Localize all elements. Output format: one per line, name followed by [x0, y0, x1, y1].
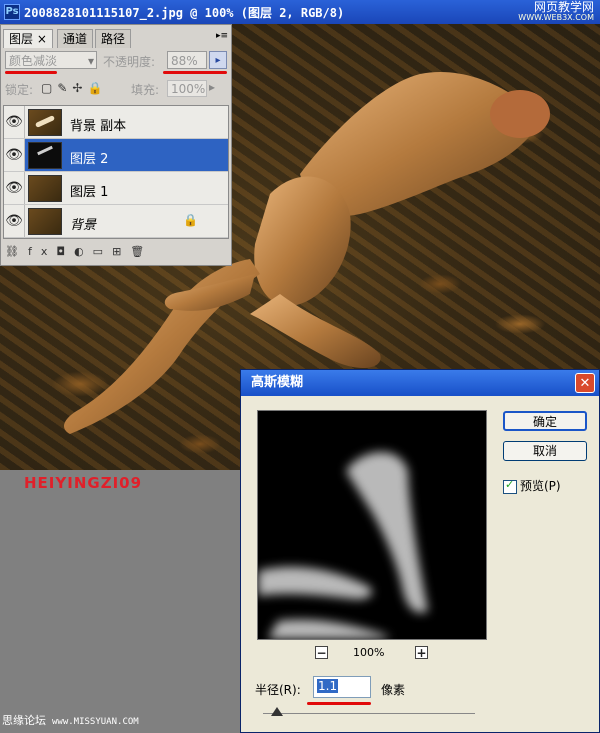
layer-name: 图层 2: [70, 152, 109, 167]
layer-thumbnail: [28, 109, 62, 136]
opacity-label: 不透明度:: [103, 55, 156, 69]
panel-menu-icon[interactable]: ▸≡: [216, 31, 228, 41]
watermark-line1: 网页教学网: [533, 0, 594, 14]
lock-row: 锁定: ▢✎✢🔒 填充: 100% ▸: [3, 80, 229, 99]
eye-icon[interactable]: 👁: [4, 172, 25, 204]
author-tag: HEIYINGZI09: [24, 474, 143, 492]
forum-watermark: 思缘论坛 www.MISSYUAN.COM: [2, 712, 139, 728]
zoom-level: 100%: [353, 646, 385, 659]
layer-thumbnail: [28, 208, 62, 235]
layers-panel: 图层 × 通道 路径 ▸≡ 颜色减淡 ▾ 不透明度: 88% ▸ 锁定: ▢✎✢…: [0, 24, 232, 266]
eye-icon[interactable]: 👁: [4, 106, 25, 138]
mask-icon[interactable]: ◘: [56, 245, 74, 258]
opacity-input[interactable]: 88%: [167, 51, 207, 69]
layer-row[interactable]: 👁 背景 副本: [4, 106, 228, 139]
blend-mode-value: 颜色减淡: [9, 54, 58, 68]
lock-icon: 🔒: [183, 213, 198, 227]
forum-site: www.MISSYUAN.COM: [52, 717, 139, 727]
layer-row[interactable]: 👁 图层 1: [4, 172, 228, 205]
layers-list: 👁 背景 副本 👁 图层 2 👁 图层 1 👁 背景 🔒: [3, 105, 229, 239]
red-underline-radius: [307, 702, 371, 705]
tab-channels[interactable]: 通道: [57, 29, 94, 48]
radius-value: 1.1: [317, 679, 339, 693]
preview-checkbox-label: 预览(P): [520, 479, 561, 493]
canvas-empty-area: [0, 470, 240, 733]
radius-input[interactable]: 1.1: [313, 676, 371, 698]
group-icon[interactable]: ▭: [93, 245, 112, 258]
adjustment-icon[interactable]: ◐: [74, 245, 93, 258]
zoom-controls: − 100% +: [257, 646, 485, 664]
blend-mode-select[interactable]: 颜色减淡 ▾: [5, 51, 97, 69]
tab-layers[interactable]: 图层 ×: [3, 29, 53, 48]
lock-label: 锁定:: [5, 83, 34, 97]
layer-name: 背景 副本: [70, 119, 127, 134]
radius-slider-thumb[interactable]: [271, 707, 283, 716]
eye-icon[interactable]: 👁: [4, 139, 25, 171]
close-icon[interactable]: ✕: [575, 373, 595, 393]
zoom-in-button[interactable]: +: [415, 646, 428, 659]
opacity-slider-button[interactable]: ▸: [209, 51, 227, 69]
window-title: 2008828101115107_2.jpg @ 100% (图层 2, RGB…: [24, 6, 345, 20]
lock-options-icons[interactable]: ▢✎✢🔒: [41, 81, 107, 95]
radius-slider-track[interactable]: [263, 713, 475, 714]
layer-name: 图层 1: [70, 185, 109, 200]
preview-silhouette: [258, 452, 428, 639]
site-watermark: 网页教学网 WWW.WEB3X.COM: [518, 1, 594, 22]
fill-input[interactable]: 100%: [167, 80, 207, 97]
ok-button[interactable]: 确定: [503, 411, 587, 431]
layer-row[interactable]: 👁 背景 🔒: [4, 205, 228, 238]
fill-label: 填充:: [131, 83, 160, 97]
zoom-out-button[interactable]: −: [315, 646, 328, 659]
layer-thumbnail: [28, 142, 62, 169]
radius-label: 半径(R):: [255, 683, 301, 697]
new-layer-icon[interactable]: ⊞: [112, 245, 130, 258]
gaussian-blur-dialog: 高斯模糊 ✕ − 100% + 确定 取消 预览(P) 半径(R): 1.1 像…: [240, 369, 600, 733]
radius-unit: 像素: [381, 683, 406, 697]
eye-icon[interactable]: 👁: [4, 205, 25, 237]
layer-row-selected[interactable]: 👁 图层 2: [4, 139, 228, 172]
link-icon[interactable]: ⛓: [5, 245, 28, 258]
panel-tabs: 图层 × 通道 路径 ▸≡: [1, 27, 231, 48]
red-underline-opacity: [163, 71, 227, 74]
red-underline-blend: [5, 71, 57, 74]
tab-paths[interactable]: 路径: [95, 29, 132, 48]
blend-row: 颜色减淡 ▾ 不透明度: 88% ▸: [3, 51, 229, 71]
checkbox-checked-icon[interactable]: [503, 478, 517, 494]
window-titlebar: Ps 2008828101115107_2.jpg @ 100% (图层 2, …: [0, 0, 600, 24]
dialog-title: 高斯模糊: [241, 370, 599, 396]
chevron-down-icon: ▾: [87, 54, 94, 68]
trash-icon[interactable]: 🗑: [130, 245, 153, 258]
photoshop-icon: Ps: [4, 4, 20, 20]
layer-name: 背景: [70, 218, 97, 233]
watermark-line2: WWW.WEB3X.COM: [518, 13, 594, 22]
layer-thumbnail: [28, 175, 62, 202]
forum-name: 思缘论坛: [2, 714, 46, 727]
cancel-button[interactable]: 取消: [503, 441, 587, 461]
blur-preview[interactable]: [257, 410, 487, 640]
fx-icon[interactable]: fx: [28, 245, 56, 258]
preview-checkbox[interactable]: 预览(P): [503, 477, 561, 494]
fill-slider-button[interactable]: ▸: [209, 80, 215, 94]
layer-actions-bar[interactable]: ⛓fx◘◐▭⊞🗑: [5, 245, 229, 263]
